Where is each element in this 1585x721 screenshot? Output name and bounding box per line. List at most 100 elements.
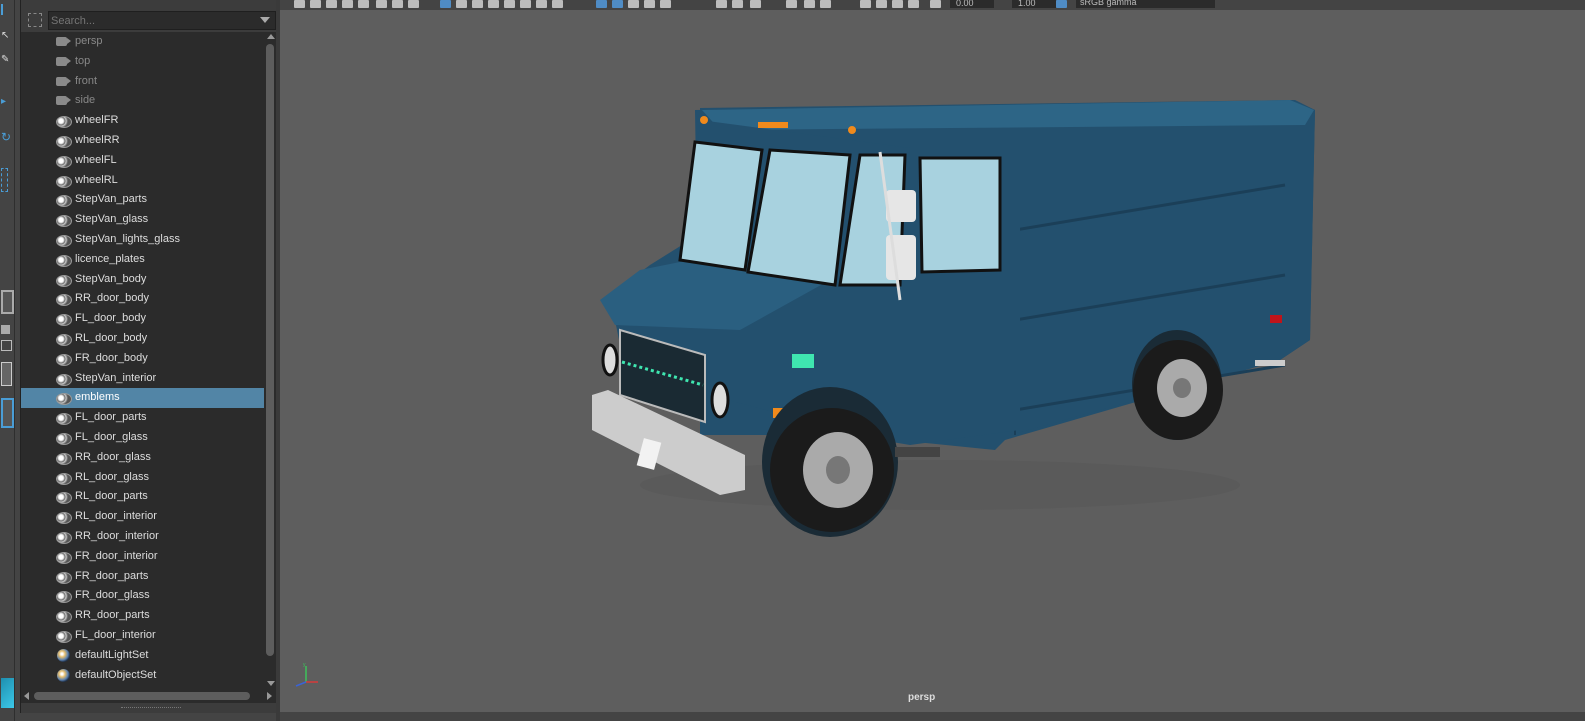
object-set-icon: [56, 591, 72, 604]
outliner-item[interactable]: persp: [21, 32, 264, 52]
gamma-field[interactable]: 1.00: [1012, 0, 1056, 8]
outliner-item[interactable]: RR_door_parts: [21, 606, 264, 626]
outliner-item[interactable]: FR_door_body: [21, 349, 264, 369]
xray-active-icon[interactable]: [644, 0, 655, 8]
grease-pencil-icon[interactable]: [358, 0, 369, 8]
wireframe-on-shaded-icon[interactable]: [472, 0, 483, 8]
outliner-item[interactable]: StepVan_parts: [21, 190, 264, 210]
outliner-item[interactable]: RR_door_interior: [21, 527, 264, 547]
depth-of-field-icon[interactable]: [750, 0, 761, 8]
use-all-lights-icon[interactable]: [504, 0, 515, 8]
outliner-item[interactable]: FR_door_interior: [21, 547, 264, 567]
outliner-horizontal-scrollbar[interactable]: [21, 689, 277, 703]
bookmark-icon[interactable]: [310, 0, 321, 8]
outliner-item-label: RR_door_glass: [75, 450, 151, 463]
gamma-icon[interactable]: [820, 0, 831, 8]
outliner-item[interactable]: RR_door_glass: [21, 448, 264, 468]
two-view-layout-icon[interactable]: [1, 340, 12, 351]
outliner-item[interactable]: FR_door_glass: [21, 586, 264, 606]
resolution-gate-icon[interactable]: [408, 0, 419, 8]
search-input[interactable]: [48, 11, 276, 30]
scroll-left-arrow-icon[interactable]: [24, 692, 29, 700]
outliner-item[interactable]: StepVan_glass: [21, 210, 264, 230]
rotate-tool-icon[interactable]: ↻: [1, 130, 12, 144]
outliner-item[interactable]: StepVan_body: [21, 270, 264, 290]
camera-icon[interactable]: [892, 0, 903, 8]
outliner-item[interactable]: side: [21, 91, 264, 111]
screen-space-ao-icon[interactable]: [536, 0, 547, 8]
outliner-item[interactable]: RR_door_body: [21, 289, 264, 309]
image-plane-icon[interactable]: [326, 0, 337, 8]
outliner-item[interactable]: emblems: [21, 388, 264, 409]
outliner-item[interactable]: FL_door_glass: [21, 428, 264, 448]
wireframe-icon[interactable]: [440, 0, 451, 8]
persp-outliner-layout-icon[interactable]: [1, 398, 14, 428]
exposure-field[interactable]: 0.00: [950, 0, 994, 8]
object-set-icon: [56, 116, 72, 129]
select-highlight-icon[interactable]: [860, 0, 871, 8]
scroll-up-arrow-icon[interactable]: [267, 34, 275, 39]
object-set-icon: [56, 531, 72, 544]
color-management-icon[interactable]: [1056, 0, 1067, 8]
refresh-icon[interactable]: [786, 0, 797, 8]
outliner-item[interactable]: licence_plates: [21, 250, 264, 270]
smooth-shade-icon[interactable]: [456, 0, 467, 8]
isolate-select-icon[interactable]: [596, 0, 607, 8]
outliner-item[interactable]: FR_door_parts: [21, 567, 264, 587]
outliner-item[interactable]: defaultObjectSet: [21, 666, 264, 686]
outliner-item[interactable]: top: [21, 52, 264, 72]
outliner-item[interactable]: wheelFR: [21, 111, 264, 131]
outliner-item[interactable]: RL_door_interior: [21, 507, 264, 527]
chevron-down-icon[interactable]: [260, 17, 270, 23]
move-tool-icon[interactable]: ▸: [1, 96, 12, 107]
shadows-icon[interactable]: [520, 0, 531, 8]
exposure-toggle-icon[interactable]: [930, 0, 941, 8]
2d-pan-icon[interactable]: [342, 0, 353, 8]
outliner-item[interactable]: wheelRL: [21, 171, 264, 191]
scroll-thumb[interactable]: [266, 44, 274, 656]
film-gate-icon[interactable]: [392, 0, 403, 8]
anti-aliasing-icon[interactable]: [732, 0, 743, 8]
outliner-item[interactable]: FL_door_parts: [21, 408, 264, 428]
outliner-item[interactable]: FL_door_interior: [21, 626, 264, 646]
resize-grip[interactable]: [121, 707, 181, 710]
scroll-down-arrow-icon[interactable]: [267, 681, 275, 686]
grid-icon[interactable]: [376, 0, 387, 8]
single-layout-icon[interactable]: [1, 290, 14, 314]
van-model[interactable]: [580, 90, 1320, 540]
scale-tool-icon[interactable]: [1, 168, 8, 192]
outliner-item[interactable]: FL_door_body: [21, 309, 264, 329]
select-tool-icon[interactable]: [1, 4, 14, 15]
outliner-item[interactable]: front: [21, 72, 264, 92]
outliner-item[interactable]: RL_door_parts: [21, 487, 264, 507]
scroll-right-arrow-icon[interactable]: [267, 692, 272, 700]
paint-tool-icon[interactable]: ✎: [1, 54, 12, 65]
ssao-icon[interactable]: [716, 0, 727, 8]
scroll-thumb[interactable]: [34, 692, 250, 700]
backface-culling-icon[interactable]: [660, 0, 671, 8]
filter-icon[interactable]: [28, 13, 42, 27]
object-set-icon: [56, 294, 72, 307]
outliner-item[interactable]: defaultLightSet: [21, 646, 264, 666]
motion-blur-icon[interactable]: [552, 0, 563, 8]
outliner-item[interactable]: wheelRR: [21, 131, 264, 151]
viewport-panel[interactable]: 0.00 1.00 sRGB gamma y persp: [280, 0, 1585, 721]
outliner-item[interactable]: wheelFL: [21, 151, 264, 171]
object-set-icon: [56, 155, 72, 168]
four-view-layout-icon[interactable]: [1, 325, 10, 334]
view-transform-dropdown[interactable]: sRGB gamma: [1076, 0, 1215, 8]
outliner-item[interactable]: RL_door_glass: [21, 468, 264, 488]
outliner-item[interactable]: RL_door_body: [21, 329, 264, 349]
exposure-icon[interactable]: [804, 0, 815, 8]
xray-joints-icon[interactable]: [628, 0, 639, 8]
playblast-icon[interactable]: [908, 0, 919, 8]
outliner-item[interactable]: StepVan_interior: [21, 369, 264, 389]
outliner-item[interactable]: StepVan_lights_glass: [21, 230, 264, 250]
camera-attributes-icon[interactable]: [294, 0, 305, 8]
textured-icon[interactable]: [488, 0, 499, 8]
hud-icon[interactable]: [876, 0, 887, 8]
xray-icon[interactable]: [612, 0, 623, 8]
object-set-icon: [56, 432, 72, 445]
outliner-layout-icon[interactable]: [1, 362, 12, 386]
lasso-tool-icon[interactable]: ↖: [1, 30, 12, 41]
